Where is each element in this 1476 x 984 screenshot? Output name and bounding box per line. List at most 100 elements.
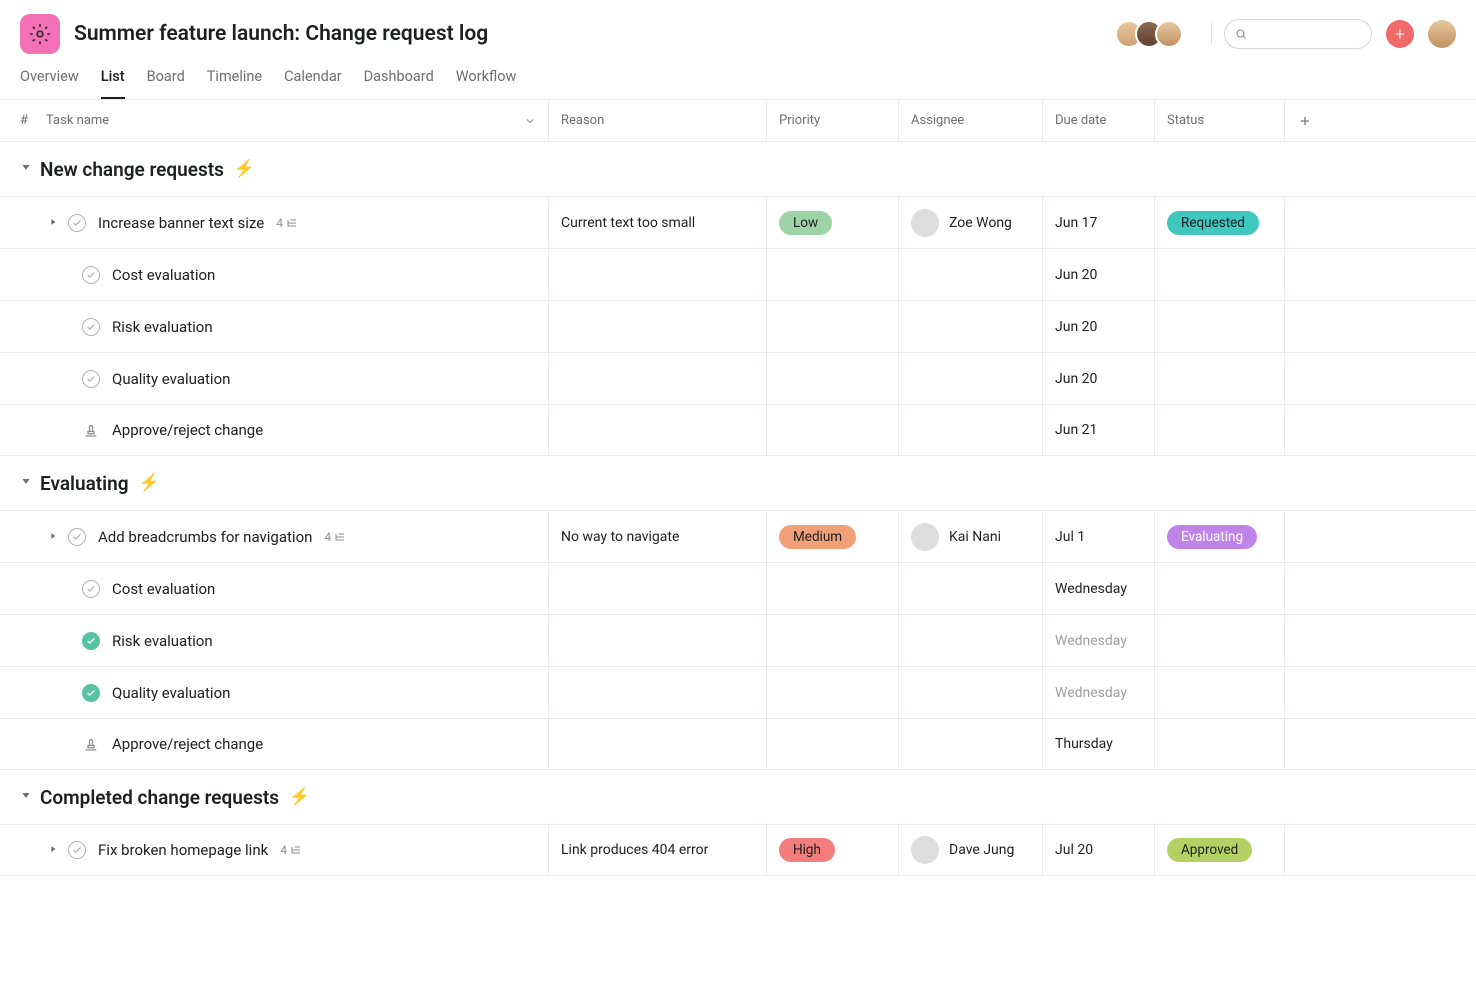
- task-row[interactable]: Risk evaluation Wednesday: [0, 614, 1476, 666]
- assignee-cell[interactable]: [898, 719, 1042, 769]
- tab-workflow[interactable]: Workflow: [456, 68, 517, 99]
- tab-list[interactable]: List: [101, 68, 125, 99]
- add-button[interactable]: +: [1386, 20, 1414, 48]
- status-cell[interactable]: [1154, 301, 1284, 352]
- avatar[interactable]: [1155, 20, 1183, 48]
- complete-toggle[interactable]: [82, 684, 100, 702]
- task-cell[interactable]: Risk evaluation: [20, 318, 548, 336]
- due-cell[interactable]: Thursday: [1042, 719, 1154, 769]
- section-header[interactable]: Completed change requests ⚡: [0, 770, 1476, 824]
- reason-cell[interactable]: [548, 719, 766, 769]
- section-caret-icon[interactable]: [20, 789, 32, 805]
- reason-cell[interactable]: Link produces 404 error: [548, 825, 766, 875]
- project-icon[interactable]: [20, 14, 60, 54]
- priority-cell[interactable]: [766, 249, 898, 300]
- task-row[interactable]: Fix broken homepage link 4 Link produces…: [0, 824, 1476, 876]
- assignee-cell[interactable]: [898, 353, 1042, 404]
- task-cell[interactable]: Increase banner text size 4: [20, 214, 548, 232]
- reason-cell[interactable]: [548, 249, 766, 300]
- priority-cell[interactable]: [766, 615, 898, 666]
- reason-cell[interactable]: [548, 563, 766, 614]
- status-cell[interactable]: Approved: [1154, 825, 1284, 875]
- due-cell[interactable]: Jun 20: [1042, 353, 1154, 404]
- status-cell[interactable]: Evaluating: [1154, 511, 1284, 562]
- assignee-cell[interactable]: Kai Nani: [898, 511, 1042, 562]
- complete-toggle[interactable]: [68, 841, 86, 859]
- project-title[interactable]: Summer feature launch: Change request lo…: [74, 22, 488, 46]
- tab-timeline[interactable]: Timeline: [207, 68, 262, 99]
- priority-cell[interactable]: Low: [766, 197, 898, 248]
- priority-cell[interactable]: [766, 667, 898, 718]
- assignee-cell[interactable]: [898, 667, 1042, 718]
- column-task[interactable]: Task name: [46, 113, 548, 128]
- column-reason[interactable]: Reason: [548, 100, 766, 141]
- task-cell[interactable]: Quality evaluation: [20, 684, 548, 702]
- priority-cell[interactable]: High: [766, 825, 898, 875]
- status-cell[interactable]: [1154, 667, 1284, 718]
- column-due[interactable]: Due date: [1042, 100, 1154, 141]
- priority-cell[interactable]: [766, 353, 898, 404]
- complete-toggle[interactable]: [82, 580, 100, 598]
- due-cell[interactable]: Jul 1: [1042, 511, 1154, 562]
- column-assignee[interactable]: Assignee: [898, 100, 1042, 141]
- complete-toggle[interactable]: [68, 528, 86, 546]
- status-cell[interactable]: [1154, 719, 1284, 769]
- status-pill[interactable]: Approved: [1167, 838, 1252, 862]
- task-row[interactable]: Cost evaluation Jun 20: [0, 248, 1476, 300]
- due-cell[interactable]: Jun 20: [1042, 249, 1154, 300]
- section-header[interactable]: New change requests ⚡: [0, 142, 1476, 196]
- task-cell[interactable]: Cost evaluation: [20, 580, 548, 598]
- status-cell[interactable]: [1154, 563, 1284, 614]
- status-cell[interactable]: [1154, 405, 1284, 455]
- assignee-avatar[interactable]: [911, 523, 939, 551]
- due-cell[interactable]: Wednesday: [1042, 615, 1154, 666]
- due-cell[interactable]: Wednesday: [1042, 563, 1154, 614]
- task-row[interactable]: Quality evaluation Jun 20: [0, 352, 1476, 404]
- task-row[interactable]: Approve/reject change Thursday: [0, 718, 1476, 770]
- assignee-cell[interactable]: [898, 249, 1042, 300]
- my-avatar[interactable]: [1428, 20, 1456, 48]
- status-cell[interactable]: [1154, 353, 1284, 404]
- priority-cell[interactable]: [766, 301, 898, 352]
- task-cell[interactable]: Approve/reject change: [20, 735, 548, 753]
- column-priority[interactable]: Priority: [766, 100, 898, 141]
- expand-caret-icon[interactable]: [48, 215, 58, 231]
- member-avatars[interactable]: [1115, 20, 1183, 48]
- assignee-avatar[interactable]: [911, 836, 939, 864]
- status-cell[interactable]: [1154, 249, 1284, 300]
- reason-cell[interactable]: Current text too small: [548, 197, 766, 248]
- priority-cell[interactable]: [766, 719, 898, 769]
- search-input[interactable]: [1224, 19, 1372, 49]
- add-column-button[interactable]: [1284, 100, 1324, 141]
- task-row[interactable]: Add breadcrumbs for navigation 4 No way …: [0, 510, 1476, 562]
- priority-pill[interactable]: High: [779, 838, 835, 862]
- assignee-cell[interactable]: Zoe Wong: [898, 197, 1042, 248]
- assignee-cell[interactable]: [898, 301, 1042, 352]
- task-cell[interactable]: Add breadcrumbs for navigation 4: [20, 528, 548, 546]
- task-cell[interactable]: Quality evaluation: [20, 370, 548, 388]
- section-caret-icon[interactable]: [20, 475, 32, 491]
- tab-board[interactable]: Board: [147, 68, 185, 99]
- task-cell[interactable]: Cost evaluation: [20, 266, 548, 284]
- due-cell[interactable]: Jul 20: [1042, 825, 1154, 875]
- complete-toggle[interactable]: [68, 214, 86, 232]
- task-row[interactable]: Quality evaluation Wednesday: [0, 666, 1476, 718]
- column-status[interactable]: Status: [1154, 100, 1284, 141]
- expand-caret-icon[interactable]: [48, 529, 58, 545]
- search-field[interactable]: [1253, 27, 1361, 42]
- task-cell[interactable]: Risk evaluation: [20, 632, 548, 650]
- priority-cell[interactable]: [766, 563, 898, 614]
- tab-calendar[interactable]: Calendar: [284, 68, 342, 99]
- reason-cell[interactable]: [548, 667, 766, 718]
- priority-cell[interactable]: Medium: [766, 511, 898, 562]
- priority-cell[interactable]: [766, 405, 898, 455]
- task-row[interactable]: Cost evaluation Wednesday: [0, 562, 1476, 614]
- section-header[interactable]: Evaluating ⚡: [0, 456, 1476, 510]
- complete-toggle[interactable]: [82, 266, 100, 284]
- status-pill[interactable]: Requested: [1167, 211, 1259, 235]
- priority-pill[interactable]: Low: [779, 211, 832, 235]
- section-caret-icon[interactable]: [20, 161, 32, 177]
- complete-toggle[interactable]: [82, 318, 100, 336]
- due-cell[interactable]: Wednesday: [1042, 667, 1154, 718]
- task-row[interactable]: Increase banner text size 4 Current text…: [0, 196, 1476, 248]
